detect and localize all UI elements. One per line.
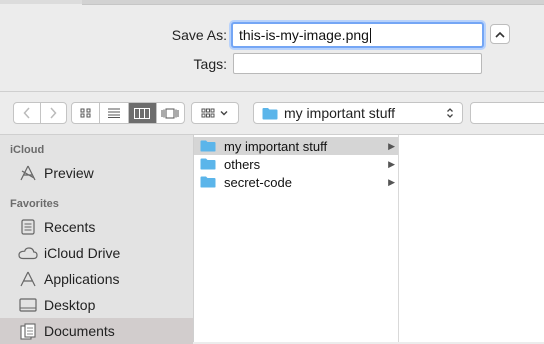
sidebar-section-icloud: iCloud <box>10 144 45 156</box>
chevron-down-icon <box>220 111 228 116</box>
list-item[interactable]: secret-code ▶ <box>194 173 398 191</box>
sidebar-item-desktop[interactable]: Desktop <box>0 292 193 318</box>
disclosure-arrow-icon: ▶ <box>388 140 395 151</box>
divider <box>0 91 544 92</box>
arrange-icon <box>201 108 215 118</box>
location-popup[interactable]: my important stuff <box>253 102 463 124</box>
browser-column-2 <box>399 135 544 342</box>
column-view-icon <box>134 107 151 119</box>
folder-icon <box>262 107 278 119</box>
list-view-icon <box>107 108 120 118</box>
sidebar-section-favorites: Favorites <box>10 198 59 210</box>
cover-flow-icon <box>161 108 179 118</box>
browser-column-1: my important stuff ▶ others ▶ secret-cod… <box>194 135 399 342</box>
list-view-button[interactable] <box>99 103 127 123</box>
text-caret <box>369 27 371 43</box>
recents-icon <box>18 218 38 236</box>
icon-view-icon <box>80 108 91 118</box>
cloud-icon <box>18 244 38 262</box>
disclosure-arrow-icon: ▶ <box>388 158 395 169</box>
back-button[interactable] <box>14 103 40 123</box>
forward-arrow-icon <box>50 107 57 119</box>
tags-input[interactable] <box>233 53 482 74</box>
applications-icon <box>18 270 38 288</box>
folder-icon <box>200 140 216 152</box>
navigation-buttons <box>13 102 67 124</box>
preview-app-icon <box>18 164 38 182</box>
arrange-button[interactable] <box>191 102 239 124</box>
updown-chevron-icon <box>447 108 453 118</box>
list-item[interactable]: my important stuff ▶ <box>194 137 398 155</box>
chevron-up-icon <box>495 31 505 38</box>
panel-top-edge <box>0 0 544 5</box>
sidebar-item-recents[interactable]: Recents <box>0 214 193 240</box>
desktop-icon <box>18 296 38 314</box>
filename-input[interactable]: this-is-my-image.png <box>231 22 484 48</box>
documents-icon <box>18 322 38 340</box>
back-arrow-icon <box>23 107 30 119</box>
list-item[interactable]: others ▶ <box>194 155 398 173</box>
disclosure-arrow-icon: ▶ <box>388 176 395 187</box>
collapse-panel-button[interactable] <box>490 24 510 44</box>
column-view-button[interactable] <box>127 103 156 123</box>
cover-flow-button[interactable] <box>155 103 184 123</box>
sidebar-item-icloud-drive[interactable]: iCloud Drive <box>0 240 193 266</box>
tags-label: Tags: <box>193 56 227 72</box>
icon-view-button[interactable] <box>72 103 99 123</box>
folder-icon <box>200 158 216 170</box>
search-field[interactable] <box>470 102 544 124</box>
forward-button[interactable] <box>39 103 67 123</box>
sidebar-item-preview[interactable]: Preview <box>0 160 193 186</box>
sidebar-item-applications[interactable]: Applications <box>0 266 193 292</box>
save-as-label: Save As: <box>171 27 227 43</box>
sidebar-item-documents[interactable]: Documents <box>0 318 193 344</box>
folder-icon <box>200 176 216 188</box>
sidebar: iCloud Preview Favorites Recents iCloud … <box>0 135 194 344</box>
view-mode-selector <box>71 102 185 124</box>
location-name: my important stuff <box>284 105 396 121</box>
filename-text: this-is-my-image.png <box>239 27 369 43</box>
